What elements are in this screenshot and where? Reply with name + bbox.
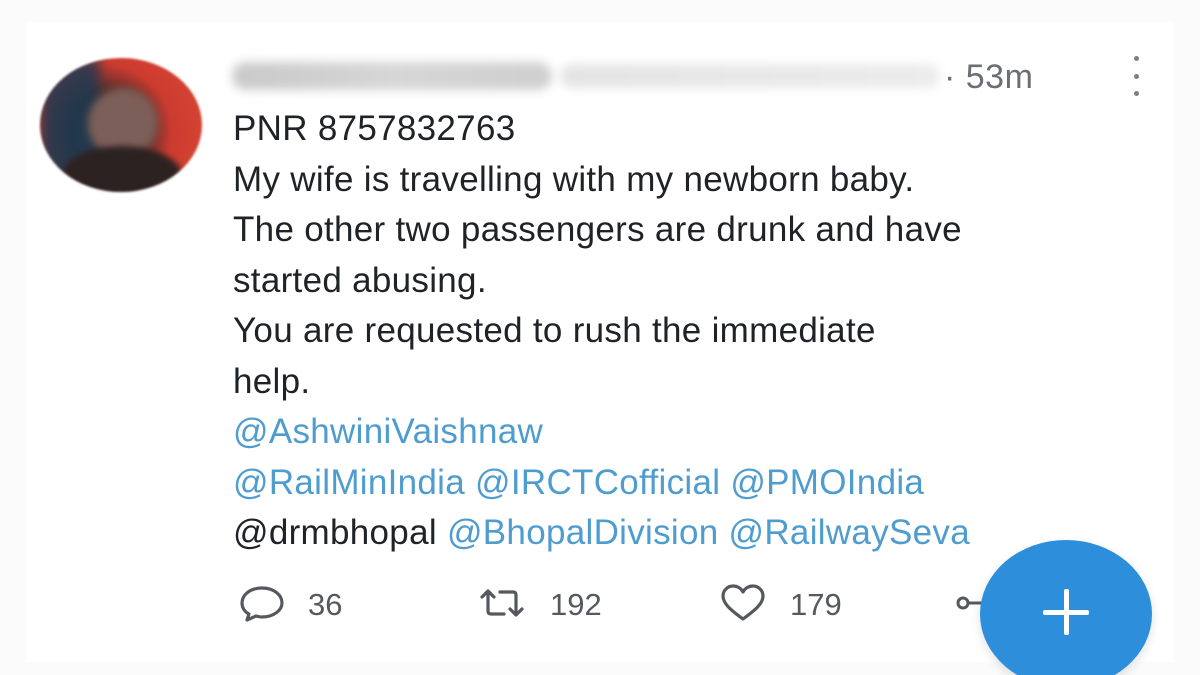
tweet-line: The other two passengers are drunk and h… — [233, 210, 962, 249]
mention-link[interactable]: @AshwiniVaishnaw — [233, 412, 543, 451]
reply-count: 36 — [308, 587, 343, 622]
tweet-line: You are requested to rush the immediate — [233, 311, 876, 350]
mention-link[interactable]: @drmbhopal — [233, 513, 437, 552]
like-count: 179 — [790, 587, 842, 622]
mention-line: @RailMinIndia @IRCTCofficial @PMOIndia — [233, 458, 1173, 509]
more-vertical-icon[interactable] — [1126, 56, 1146, 96]
tweet-line: PNR 8757832763 — [233, 109, 516, 148]
mention-link[interactable]: @RailMinIndia — [233, 463, 465, 502]
avatar[interactable] — [40, 58, 202, 192]
mention-link[interactable]: @IRCTCofficial — [475, 463, 720, 502]
retweet-count: 192 — [550, 587, 602, 622]
tweet-line: started abusing. — [233, 260, 487, 300]
retweet-icon — [476, 583, 528, 628]
tweet-line: help. — [233, 361, 311, 401]
heart-icon — [718, 583, 768, 628]
author-name-blurred[interactable] — [232, 62, 552, 90]
mention-link[interactable]: @PMOIndia — [730, 463, 924, 502]
compose-tweet-button[interactable] — [980, 540, 1152, 675]
retweet-button[interactable]: 192 — [476, 585, 602, 625]
tweet-text: PNR 8757832763 My wife is travelling wit… — [233, 104, 1173, 559]
tweet-line: My wife is travelling with my newborn ba… — [233, 159, 915, 199]
plus-icon — [1043, 589, 1089, 635]
screenshot-frame: · 53m PNR 8757832763 My wife is travelli… — [0, 0, 1200, 675]
tweet-timestamp[interactable]: · 53m — [944, 58, 1033, 97]
reply-button[interactable]: 36 — [238, 585, 342, 625]
mention-link[interactable]: @BhopalDivision — [447, 513, 719, 552]
author-handle-blurred[interactable] — [560, 64, 940, 88]
mention-link[interactable]: @RailwaySeva — [729, 513, 970, 552]
reply-icon — [238, 583, 286, 628]
mention-line: @AshwiniVaishnaw — [233, 407, 1173, 458]
like-button[interactable]: 179 — [718, 583, 842, 628]
